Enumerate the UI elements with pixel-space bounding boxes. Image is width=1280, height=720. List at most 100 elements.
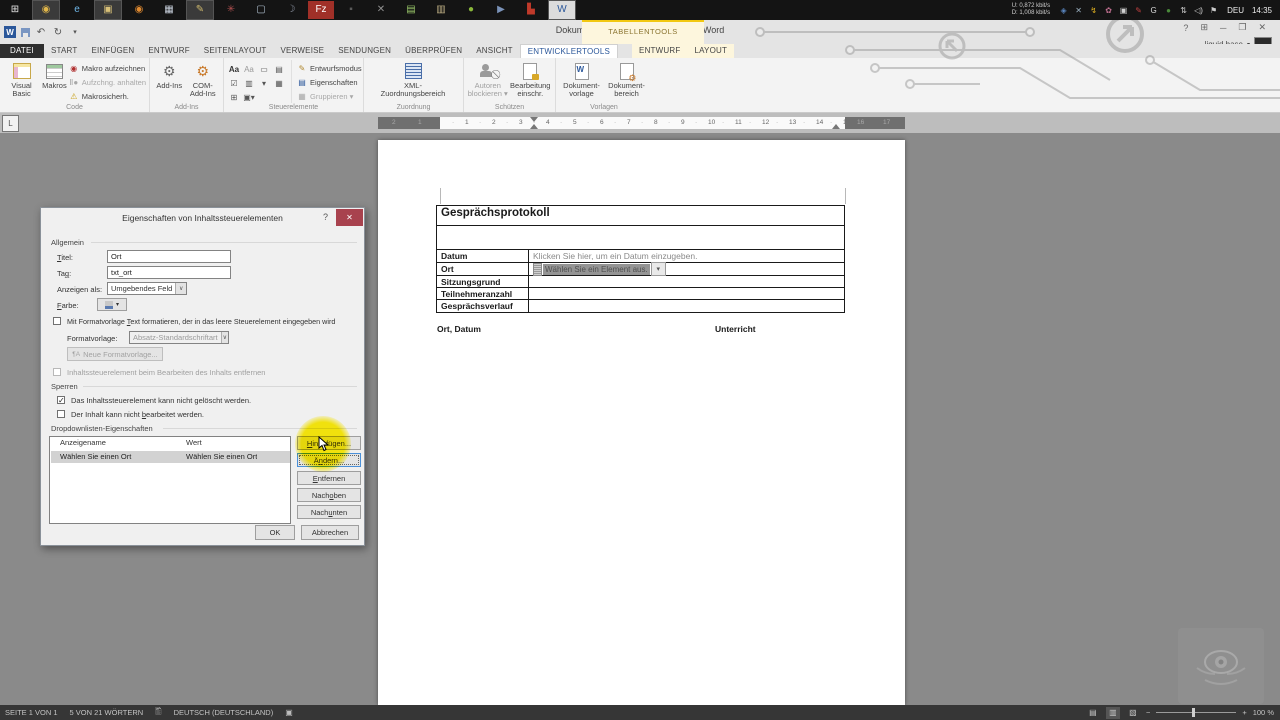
dropdown-control-button[interactable]: ▾	[257, 77, 271, 90]
language-indicator[interactable]: DEU	[1227, 6, 1244, 15]
checkbox-control-button[interactable]: ☑	[227, 77, 241, 90]
tab-seitenlayout[interactable]: SEITENLAYOUT	[197, 44, 274, 58]
undo-icon[interactable]: ↶	[35, 26, 47, 38]
tab-sendungen[interactable]: SENDUNGEN	[331, 44, 398, 58]
dropdown-items-list[interactable]: Anzeigename Wert Wählen Sie einen OrtWäh…	[49, 436, 291, 524]
entwurfsmodus-button[interactable]: ✎ Entwurfsmodus	[297, 62, 362, 75]
repeating-control-button[interactable]: ⊞	[227, 91, 241, 104]
right-indent-marker[interactable]	[832, 124, 840, 129]
hinzufuegen-button[interactable]: Hinzufügen...	[297, 436, 361, 450]
document-page[interactable]: Gesprächsprotokoll DatumKlicken Sie hier,…	[378, 140, 905, 705]
document-template-button[interactable]: W Dokument- vorlage	[559, 60, 604, 98]
tray-app-blue[interactable]: ◈	[1057, 3, 1070, 17]
internet-explorer-icon[interactable]: e	[64, 1, 90, 19]
row-value-cell[interactable]	[529, 300, 844, 312]
proofing-icon[interactable]: 🖺	[155, 706, 161, 720]
tray-monitor[interactable]: ▣	[1117, 3, 1130, 17]
xml-mapping-button[interactable]: XML- Zuordnungsbereich	[367, 60, 459, 98]
eigenschaften-button[interactable]: ▤ Eigenschaften	[297, 76, 362, 89]
table-row-teilnehmeranzahl[interactable]: Teilnehmeranzahl	[437, 287, 844, 299]
farbe-button[interactable]: ▾	[97, 298, 127, 311]
moon-app-icon[interactable]: ☽	[278, 1, 304, 19]
web-layout-icon[interactable]: ▧	[1126, 707, 1140, 719]
makros-button[interactable]: Makros	[40, 60, 69, 90]
minimize-icon[interactable]: ─	[1220, 23, 1226, 33]
entfernen-button[interactable]: Entfernen	[297, 471, 361, 485]
pen-app-icon[interactable]: ✎	[186, 0, 214, 20]
aufzchng-anhalten-button[interactable]: Ⅱ●Aufzchng. anhalten	[69, 76, 146, 89]
word-taskbar-icon[interactable]: W	[548, 0, 576, 20]
clock[interactable]: 14:35	[1252, 6, 1272, 15]
tab-stop-selector[interactable]: L	[2, 115, 19, 132]
picture-control-button[interactable]: ▭	[257, 63, 271, 76]
table-title-row[interactable]: Gesprächsprotokoll	[437, 206, 844, 225]
tab-einfügen[interactable]: EINFÜGEN	[84, 44, 141, 58]
notes-app-icon[interactable]: ▤	[398, 1, 424, 19]
print-layout-icon[interactable]: ▥	[1106, 707, 1120, 719]
block-authors-button[interactable]: ⃠ Autoren blockieren ▾	[467, 60, 509, 98]
com-addins-button[interactable]: ⚙ COM- Add-Ins	[186, 60, 220, 98]
nach-oben-button[interactable]: Nach oben	[297, 488, 361, 502]
zoom-out-icon[interactable]: −	[1146, 708, 1150, 717]
horizontal-ruler[interactable]: 211·2·3·4·5·6·7·8·9·10·11·12·13·14·15·16…	[378, 117, 905, 129]
table-row-datum[interactable]: DatumKlicken Sie hier, um ein Datum einz…	[437, 249, 844, 262]
tray-app-red[interactable]: ✎	[1132, 3, 1145, 17]
datepicker-control-button[interactable]: ▦	[272, 77, 286, 90]
zoom-in-icon[interactable]: +	[1242, 708, 1246, 717]
aendern-button[interactable]: Ändern...	[297, 453, 361, 467]
terminal-app-icon[interactable]: ▶	[488, 1, 514, 19]
ok-button[interactable]: OK	[255, 525, 295, 540]
row-value-cell[interactable]: Wählen Sie ein Element aus.▾	[529, 263, 844, 275]
macro-recording-icon[interactable]: ▣	[285, 708, 293, 717]
read-mode-icon[interactable]: ▤	[1086, 707, 1100, 719]
doc-footer-left[interactable]: Ort, Datum	[437, 324, 481, 334]
restore-icon[interactable]: ❐	[1238, 22, 1246, 33]
gruppieren-button[interactable]: ▦ Gruppieren ▾	[297, 90, 362, 103]
plaintext-control-button[interactable]: Aa	[242, 63, 256, 76]
tab-layout[interactable]: LAYOUT	[687, 44, 734, 58]
app-dark-icon[interactable]: ▪	[338, 1, 364, 19]
content-control-handle[interactable]	[533, 263, 542, 276]
table-row-gesprächsverlauf[interactable]: Gesprächsverlauf	[437, 299, 844, 312]
left-indent-marker[interactable]	[530, 117, 538, 122]
zoom-slider[interactable]	[1156, 712, 1236, 713]
tray-network[interactable]: ⇅	[1177, 3, 1190, 17]
tag-input[interactable]: txt_ort	[107, 266, 231, 279]
qat-customize-icon[interactable]: ▾	[69, 26, 81, 38]
tab-entwurf[interactable]: ENTWURF	[632, 44, 687, 58]
restrict-editing-button[interactable]: Bearbeitung einschr.	[509, 60, 552, 98]
tray-lightning[interactable]: ↯	[1087, 3, 1100, 17]
tray-app-pink[interactable]: ✿	[1102, 3, 1115, 17]
dropdown-selected-text[interactable]: Wählen Sie ein Element aus.	[543, 264, 650, 275]
redo-icon[interactable]: ↻	[52, 26, 64, 38]
pdf-app-icon[interactable]: ▙	[518, 1, 544, 19]
tab-entwicklertools[interactable]: ENTWICKLERTOOLS	[520, 44, 618, 58]
dropdown-arrow-icon[interactable]: ▾	[651, 262, 666, 276]
tray-g[interactable]: G	[1147, 3, 1160, 17]
tab-überprüfen[interactable]: ÜBERPRÜFEN	[398, 44, 469, 58]
buildingblock-control-button[interactable]: ▤	[272, 63, 286, 76]
ribbon-options-icon[interactable]: ⊞	[1200, 22, 1208, 33]
page-indicator[interactable]: SEITE 1 VON 1	[5, 708, 58, 717]
table-row-sitzungsgrund[interactable]: Sitzungsgrund	[437, 275, 844, 287]
titel-input[interactable]: Ort	[107, 250, 231, 263]
row-value-cell[interactable]	[529, 276, 844, 287]
zoom-slider-thumb[interactable]	[1192, 708, 1195, 717]
visual-basic-button[interactable]: Visual Basic	[3, 60, 40, 98]
filezilla-icon[interactable]: Fz	[308, 1, 334, 19]
document-panel-button[interactable]: ⚙ Dokument- bereich	[604, 60, 649, 98]
format-checkbox[interactable]	[53, 317, 61, 325]
media-player-icon[interactable]: ◉	[126, 1, 152, 19]
tray-volume[interactable]: ◁)	[1192, 3, 1205, 17]
tab-verweise[interactable]: VERWEISE	[274, 44, 332, 58]
save-icon[interactable]	[21, 28, 30, 37]
richtext-control-button[interactable]: Aa	[227, 63, 241, 76]
list-row[interactable]: Wählen Sie einen OrtWählen Sie einen Ort	[51, 451, 290, 463]
display-app-icon[interactable]: ▢	[248, 1, 274, 19]
table-empty-row[interactable]	[437, 225, 844, 249]
app-red-icon[interactable]: ✳	[218, 1, 244, 19]
close-icon[interactable]: ✕	[1258, 22, 1266, 33]
hanging-indent-marker[interactable]	[530, 124, 538, 129]
tab-datei[interactable]: DATEI	[0, 44, 44, 58]
legacy-tools-button[interactable]: ▣▾	[242, 91, 256, 104]
